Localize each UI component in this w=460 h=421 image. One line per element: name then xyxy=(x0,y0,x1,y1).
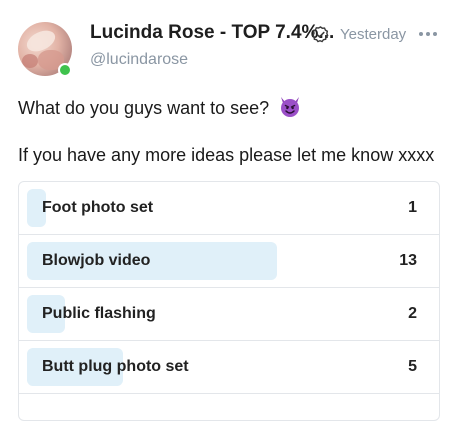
author-handle[interactable]: @lucindarose xyxy=(90,51,188,69)
poll-option[interactable]: Foot photo set 1 xyxy=(19,182,439,235)
poll-option-votes: 13 xyxy=(399,252,417,269)
post-text-line-2: If you have any more ideas please let me… xyxy=(18,145,435,165)
poll-option[interactable]: Blowjob video 13 xyxy=(19,235,439,288)
poll-option-label: Blowjob video xyxy=(42,252,151,269)
poll: Foot photo set 1 Blowjob video 13 Public… xyxy=(18,181,440,421)
poll-option-votes: 5 xyxy=(408,358,417,375)
author-name[interactable]: Lucinda Rose - TOP 7.4%... xyxy=(90,22,334,44)
poll-option-votes: 1 xyxy=(408,199,417,216)
post-text-line-1: What do you guys want to see? xyxy=(18,94,302,119)
poll-option[interactable]: Butt plug photo set 5 xyxy=(19,341,439,394)
poll-option-label: Foot photo set xyxy=(42,199,154,216)
online-status-dot xyxy=(58,63,72,77)
post-text-question: What do you guys want to see? xyxy=(18,98,270,118)
post-header: Lucinda Rose - TOP 7.4%... Yesterday @lu… xyxy=(0,0,460,95)
more-dots-icon[interactable] xyxy=(418,30,438,38)
verified-check-icon xyxy=(312,26,329,43)
poll-option-label: Public flashing xyxy=(42,305,156,322)
poll-option-label: Butt plug photo set xyxy=(42,358,189,375)
poll-option[interactable]: Public flashing 2 xyxy=(19,288,439,341)
poll-option-votes: 2 xyxy=(408,305,417,322)
post-timestamp[interactable]: Yesterday xyxy=(340,26,406,43)
smiling-devil-emoji xyxy=(281,97,300,117)
